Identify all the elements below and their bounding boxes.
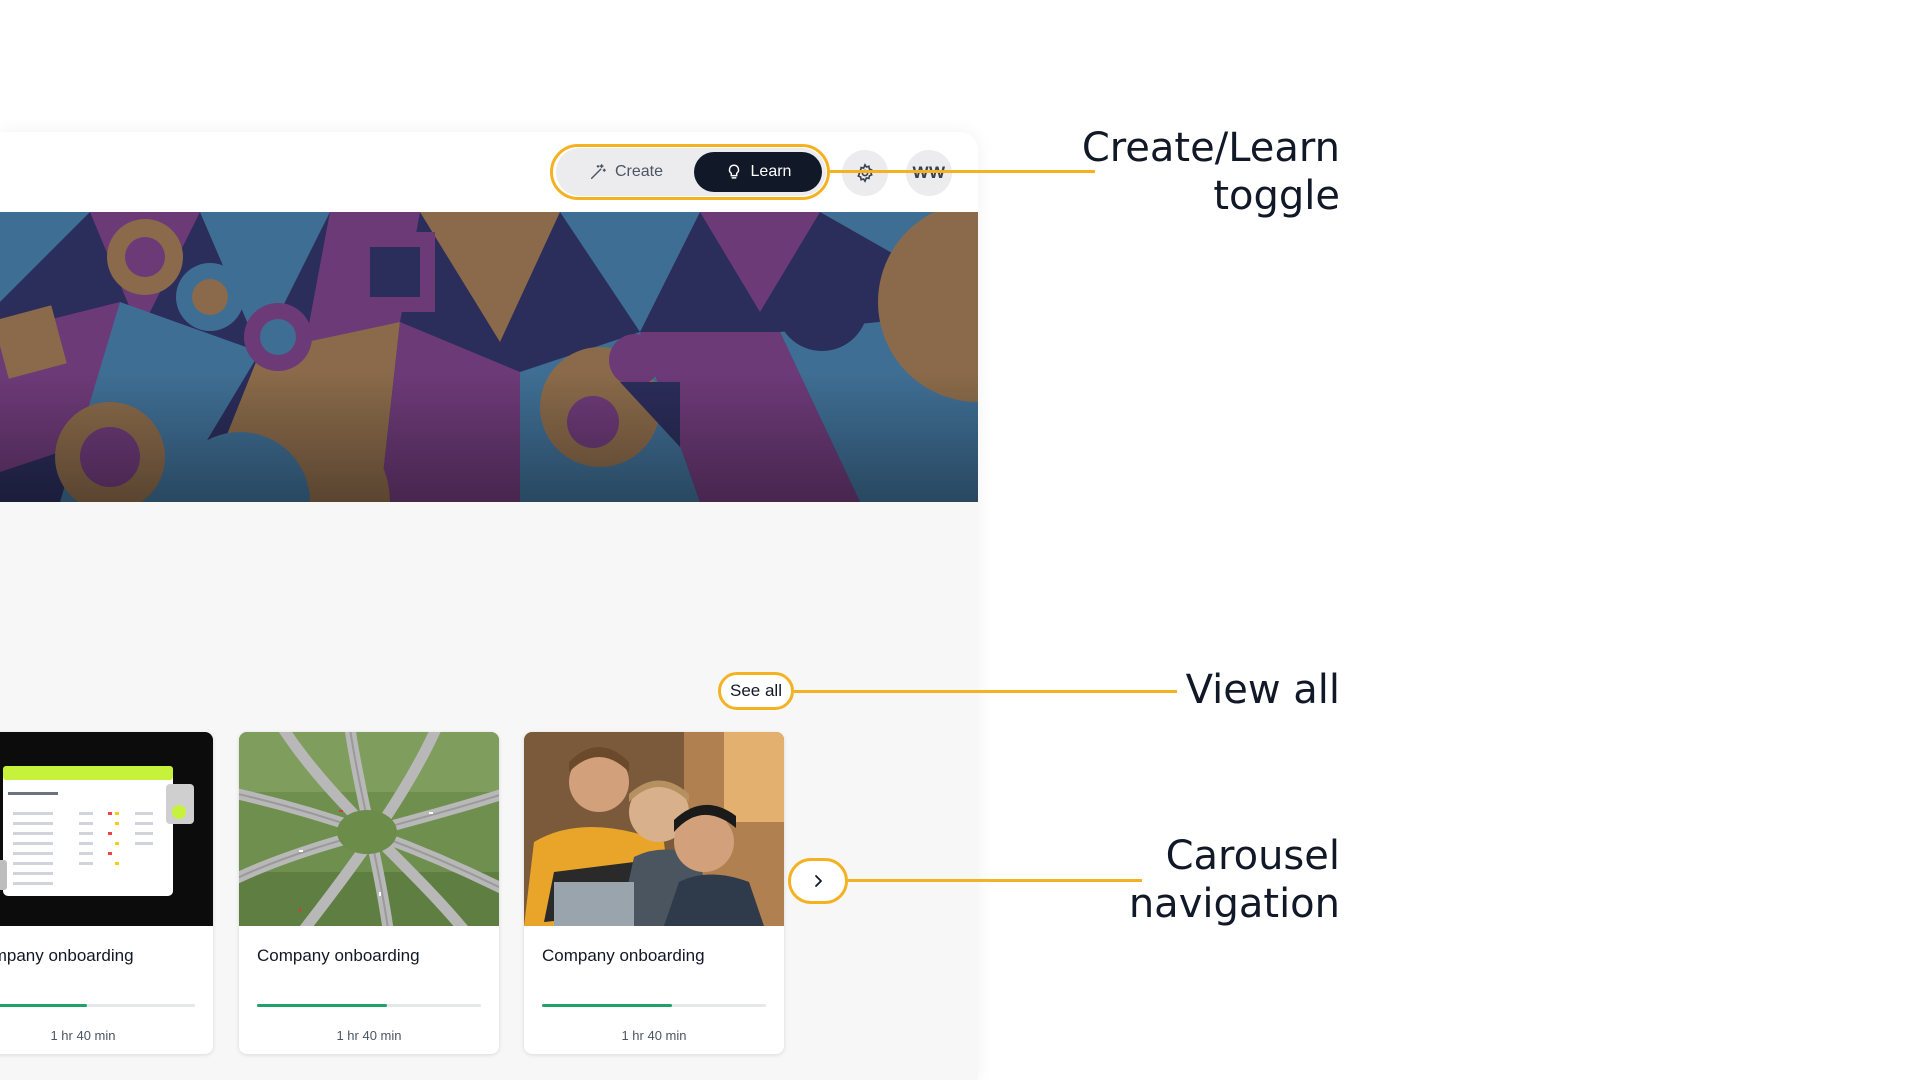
annotation-carousel: Carousel navigation xyxy=(1129,832,1340,928)
annotation-view-all: View all xyxy=(1186,666,1340,714)
geometric-pattern xyxy=(0,212,978,502)
course-card[interactable]: Company onboarding 1 hr 40 min xyxy=(0,732,213,1054)
learn-toggle-label: Learn xyxy=(750,163,792,180)
annotation-leader-line xyxy=(794,690,1177,693)
carousel-next-button[interactable] xyxy=(788,858,848,904)
course-thumbnail xyxy=(524,732,784,926)
annotation-line: toggle xyxy=(1213,173,1340,219)
course-title: Company onboarding xyxy=(0,946,134,965)
hero-banner xyxy=(0,212,978,502)
learn-toggle-button[interactable]: Learn xyxy=(694,152,822,192)
lightbulb-icon xyxy=(728,164,739,179)
course-duration: 1 hr 40 min xyxy=(621,1028,687,1043)
course-title: Company onboarding xyxy=(542,946,705,965)
annotation-line: navigation xyxy=(1128,881,1340,927)
dashboard-preview-image xyxy=(0,732,213,926)
annotation-leader-line xyxy=(848,879,1142,882)
chevron-right-icon xyxy=(815,875,822,887)
course-progress xyxy=(0,1004,195,1007)
settings-button[interactable] xyxy=(842,150,888,196)
course-thumbnail xyxy=(0,732,213,926)
course-duration: 1 hr 40 min xyxy=(336,1028,402,1043)
annotation-line: Carousel xyxy=(1165,833,1340,879)
app-window: Create Learn WW xyxy=(0,132,978,1080)
course-progress xyxy=(257,1004,481,1007)
course-title: Company onboarding xyxy=(257,946,420,965)
course-card[interactable]: Company onboarding 1 hr 40 min xyxy=(239,732,499,1054)
create-toggle-label: Create xyxy=(614,163,664,180)
course-progress xyxy=(542,1004,766,1007)
annotation-toggle: Create/Learn toggle xyxy=(1082,124,1340,220)
create-learn-toggle: Create Learn xyxy=(556,148,826,196)
create-toggle-button[interactable]: Create xyxy=(560,152,692,192)
magic-wand-icon xyxy=(590,164,606,180)
see-all-button[interactable]: See all xyxy=(718,672,794,710)
annotation-line: Create/Learn xyxy=(1081,125,1340,171)
gear-icon xyxy=(857,163,873,183)
user-avatar[interactable]: WW xyxy=(906,150,952,196)
course-thumbnail xyxy=(239,732,499,926)
annotation-line: View all xyxy=(1185,667,1340,713)
highway-interchange-image xyxy=(239,732,499,926)
course-duration: 1 hr 40 min xyxy=(50,1028,116,1043)
annotation-leader-line xyxy=(830,170,1095,173)
people-at-laptop-image xyxy=(524,732,784,926)
course-card[interactable]: Company onboarding 1 hr 40 min xyxy=(524,732,784,1054)
